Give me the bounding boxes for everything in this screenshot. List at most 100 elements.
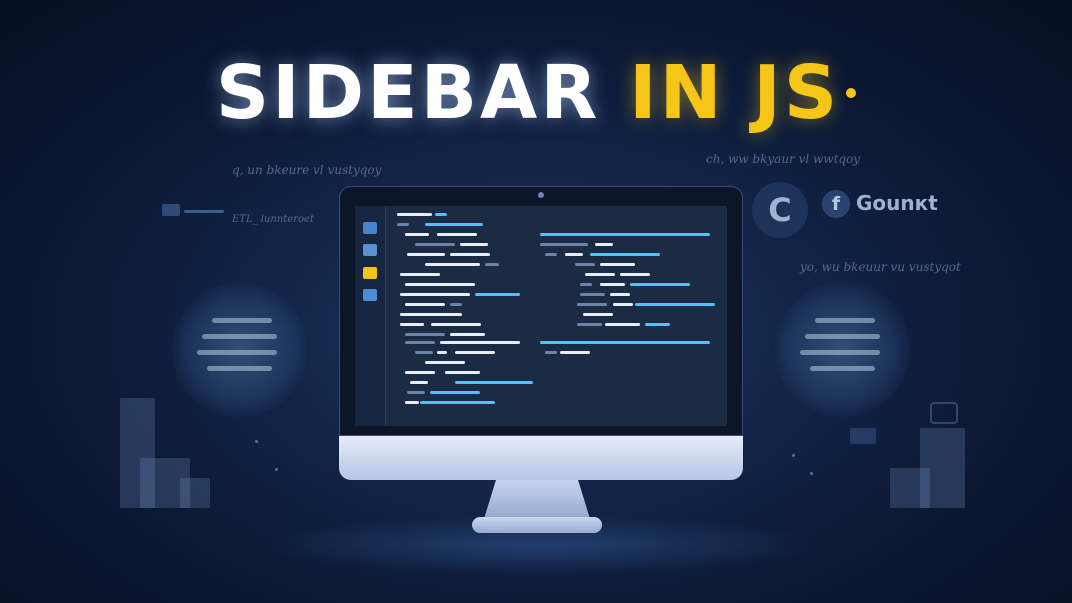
code-line <box>400 323 424 326</box>
code-line <box>580 283 592 286</box>
code-line <box>420 401 495 404</box>
left-menu-orb-icon <box>172 282 307 417</box>
code-line <box>400 293 470 296</box>
code-line <box>407 253 445 256</box>
speck <box>255 440 258 443</box>
code-line <box>630 283 690 286</box>
code-line <box>560 351 590 354</box>
code-line <box>580 293 605 296</box>
code-line <box>605 323 640 326</box>
scribble-left-mid: ETL_ lunnteroet <box>232 214 314 225</box>
play-badge-icon <box>850 428 876 444</box>
code-line <box>450 303 462 306</box>
code-line <box>405 371 435 374</box>
code-line <box>430 391 480 394</box>
code-line <box>635 303 715 306</box>
code-line <box>620 273 650 276</box>
editor-sidebar <box>355 206 386 426</box>
code-line <box>425 263 480 266</box>
monitor-stand-base <box>472 517 602 533</box>
speck <box>810 472 813 475</box>
code-line <box>400 313 462 316</box>
code-line <box>455 351 495 354</box>
code-line <box>545 351 557 354</box>
code-line <box>440 341 520 344</box>
scribble-top-left: q, un bkeure vl vustyqoy <box>232 163 382 177</box>
code-line <box>425 223 483 226</box>
code-line <box>400 273 440 276</box>
speck <box>275 468 278 471</box>
thumbnail-scene: SIDEBAR IN JS q, un bkeure vl vustyqoy E… <box>0 0 1072 603</box>
headline-yellow: IN JS <box>629 50 841 136</box>
code-line <box>405 401 419 404</box>
code-line <box>540 233 710 236</box>
orb-bar <box>800 350 880 355</box>
orb-bar <box>212 318 272 323</box>
file-icon <box>363 222 377 234</box>
monitor-bezel <box>339 186 743 436</box>
headline: SIDEBAR IN JS <box>0 48 1072 138</box>
code-line <box>415 351 433 354</box>
right-menu-orb-icon <box>775 282 910 417</box>
monitor <box>339 186 743 480</box>
headline-white: SIDEBAR <box>215 50 601 136</box>
scribble-top-right: ch, ww bkyaur vl wwtqoy <box>706 152 861 166</box>
code-line <box>595 243 613 246</box>
code-line <box>565 253 583 256</box>
code-line <box>540 341 710 344</box>
code-line <box>590 253 660 256</box>
code-line <box>545 253 557 256</box>
f-logo-icon: f <box>822 190 850 218</box>
code-line <box>475 293 520 296</box>
code-line <box>405 303 445 306</box>
code-line <box>405 233 429 236</box>
code-line <box>575 263 595 266</box>
code-line <box>610 293 630 296</box>
code-line <box>405 333 445 336</box>
small-card-line <box>184 210 224 213</box>
code-line <box>450 253 490 256</box>
speck <box>792 454 795 457</box>
orb-bar <box>810 366 875 371</box>
code-line <box>415 243 455 246</box>
badge-label: Gounкt <box>856 191 938 215</box>
code-line <box>577 323 602 326</box>
code-line <box>455 381 533 384</box>
code-line <box>445 371 480 374</box>
orb-bar <box>197 350 277 355</box>
orb-bar <box>805 334 880 339</box>
code-line <box>577 303 607 306</box>
code-line <box>645 323 670 326</box>
orb-bar <box>202 334 277 339</box>
code-line <box>460 243 488 246</box>
code-line <box>405 283 475 286</box>
code-line <box>397 223 409 226</box>
skyline-building <box>180 478 210 508</box>
code-line <box>425 361 465 364</box>
code-line <box>485 263 499 266</box>
headline-dot <box>846 88 857 99</box>
monitor-chin <box>339 436 743 480</box>
code-line <box>410 381 428 384</box>
code-line <box>540 243 588 246</box>
orb-bar <box>207 366 272 371</box>
code-line <box>405 341 435 344</box>
folder-icon <box>363 244 377 256</box>
code-line <box>450 333 485 336</box>
code-line <box>583 313 613 316</box>
code-line <box>407 391 425 394</box>
c-logo-icon: C <box>752 182 808 238</box>
code-line <box>600 263 635 266</box>
code-line <box>431 323 481 326</box>
camera-outline-icon <box>930 402 958 424</box>
code-line <box>600 283 625 286</box>
code-line <box>437 233 477 236</box>
code-line <box>585 273 615 276</box>
code-line <box>397 213 432 216</box>
code-line <box>435 213 447 216</box>
small-card-icon <box>162 204 180 216</box>
monitor-stand-neck <box>483 480 591 522</box>
code-line <box>437 351 447 354</box>
code-line <box>613 303 633 306</box>
yellow-folder-icon <box>363 267 377 279</box>
